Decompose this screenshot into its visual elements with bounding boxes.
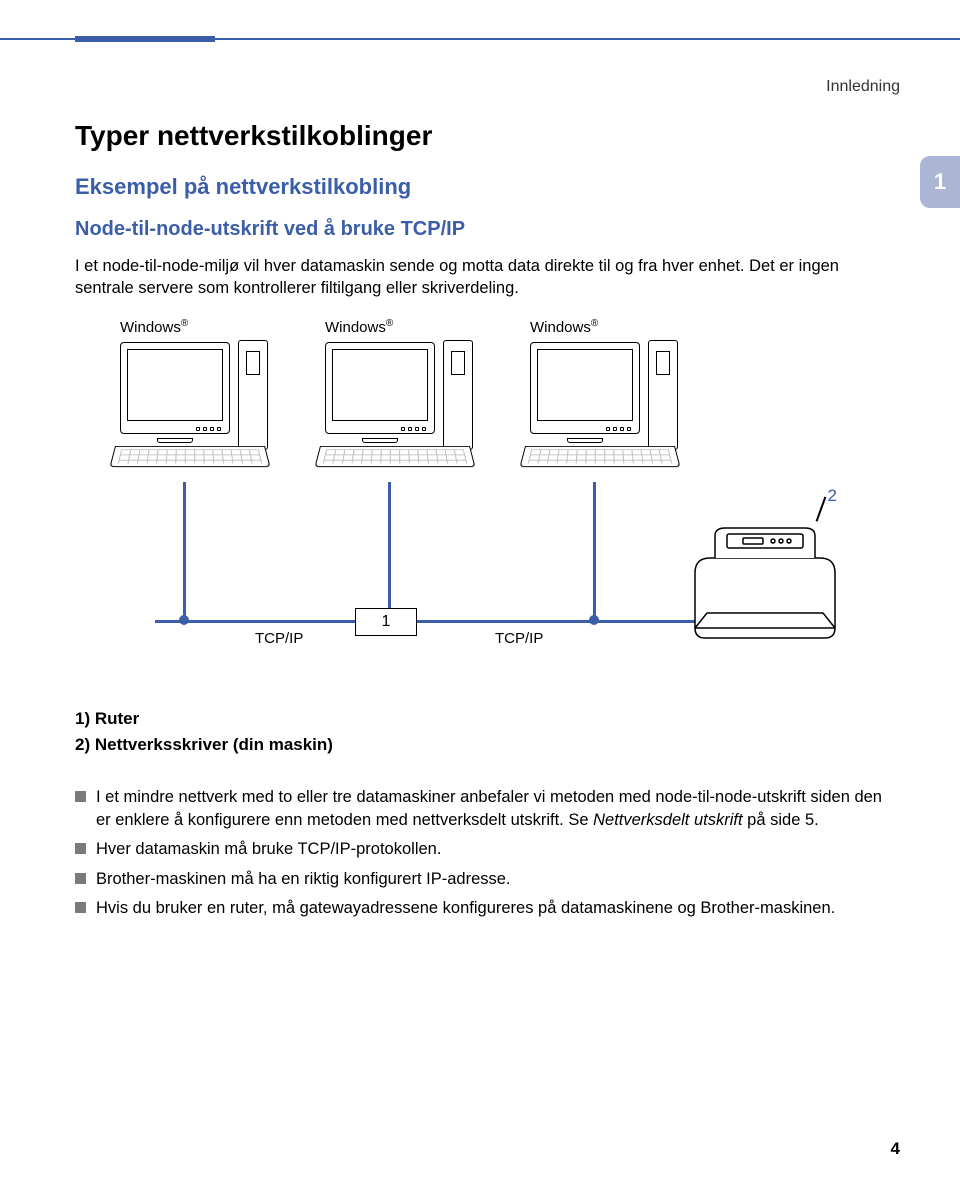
running-head: Innledning bbox=[826, 78, 900, 96]
square-bullet-icon bbox=[75, 902, 86, 913]
square-bullet-icon bbox=[75, 791, 86, 802]
list-item: I et mindre nettverk med to eller tre da… bbox=[75, 786, 885, 832]
monitor-stand bbox=[325, 438, 435, 446]
tower-icon bbox=[238, 340, 268, 450]
registered-mark: ® bbox=[591, 318, 598, 329]
registered-mark: ® bbox=[386, 318, 393, 329]
tcpip-label-left: TCP/IP bbox=[255, 630, 303, 647]
list-item: Hvis du bruker en ruter, må gatewayadres… bbox=[75, 897, 885, 920]
monitor-icon bbox=[325, 342, 435, 434]
registered-mark: ® bbox=[181, 318, 188, 329]
square-bullet-icon bbox=[75, 873, 86, 884]
page-top-short-rule bbox=[75, 36, 215, 42]
notes-list: I et mindre nettverk med to eller tre da… bbox=[75, 786, 885, 919]
note-text: Brother-maskinen må ha en riktig konfigu… bbox=[96, 868, 885, 891]
keyboard-icon bbox=[109, 446, 270, 467]
os-label-3: Windows® bbox=[530, 318, 720, 336]
computer-1: Windows® bbox=[120, 318, 310, 470]
legend-item-2: 2) Nettverksskriver (din maskin) bbox=[75, 732, 885, 758]
section-tab: 1 bbox=[920, 156, 960, 208]
network-diagram: Windows® Windows® Windows® bbox=[75, 318, 885, 688]
keyboard-icon bbox=[314, 446, 475, 467]
subsection-title: Node-til-node-utskrift ved å bruke TCP/I… bbox=[75, 218, 885, 241]
monitor-stand bbox=[120, 438, 230, 446]
os-name: Windows bbox=[530, 319, 591, 336]
monitor-icon bbox=[530, 342, 640, 434]
note-text: Hver datamaskin må bruke TCP/IP-protokol… bbox=[96, 838, 885, 861]
legend-item-1: 1) Ruter bbox=[75, 706, 885, 732]
keyboard-icon bbox=[519, 446, 680, 467]
tower-icon bbox=[443, 340, 473, 450]
page-number: 4 bbox=[891, 1139, 900, 1159]
node-dot bbox=[589, 615, 599, 625]
page-title: Typer nettverkstilkoblinger bbox=[75, 120, 885, 152]
note-text: Hvis du bruker en ruter, må gatewayadres… bbox=[96, 897, 885, 920]
computer-2: Windows® bbox=[325, 318, 515, 470]
network-backbone bbox=[155, 620, 745, 623]
printer-icon bbox=[685, 518, 845, 648]
tower-icon bbox=[648, 340, 678, 450]
content-column: Typer nettverkstilkoblinger Eksempel på … bbox=[75, 120, 885, 926]
drop-3 bbox=[593, 482, 596, 622]
os-name: Windows bbox=[325, 319, 386, 336]
drop-1 bbox=[183, 482, 186, 622]
note-post: på side 5. bbox=[743, 811, 819, 829]
os-label-2: Windows® bbox=[325, 318, 515, 336]
os-label-1: Windows® bbox=[120, 318, 310, 336]
intro-paragraph: I et node-til-node-miljø vil hver datama… bbox=[75, 255, 885, 300]
os-name: Windows bbox=[120, 319, 181, 336]
printer-ref-label: 2 bbox=[828, 486, 837, 506]
computer-3: Windows® bbox=[530, 318, 720, 470]
router-ref-box: 1 bbox=[355, 608, 417, 636]
section-subtitle: Eksempel på nettverkstilkobling bbox=[75, 174, 885, 200]
note-italic: Nettverksdelt utskrift bbox=[593, 811, 742, 829]
tcpip-label-right: TCP/IP bbox=[495, 630, 543, 647]
monitor-icon bbox=[120, 342, 230, 434]
node-dot bbox=[179, 615, 189, 625]
note-text: I et mindre nettverk med to eller tre da… bbox=[96, 786, 885, 832]
square-bullet-icon bbox=[75, 843, 86, 854]
diagram-legend: 1) Ruter 2) Nettverksskriver (din maskin… bbox=[75, 706, 885, 759]
list-item: Hver datamaskin må bruke TCP/IP-protokol… bbox=[75, 838, 885, 861]
list-item: Brother-maskinen må ha en riktig konfigu… bbox=[75, 868, 885, 891]
drop-2 bbox=[388, 482, 391, 622]
monitor-stand bbox=[530, 438, 640, 446]
